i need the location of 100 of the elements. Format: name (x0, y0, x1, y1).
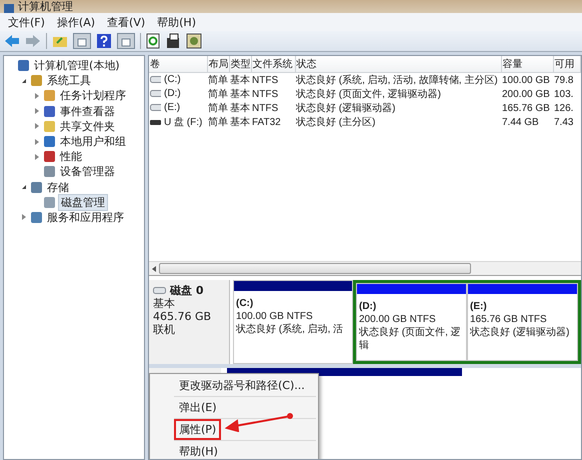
table-cell: 165.76 GB (502, 102, 550, 114)
partition-block[interactable]: (D:) 200.00 GB NTFS 状态良好 (页面文件, 逻辑 (356, 283, 467, 361)
table-cell: NTFS (252, 102, 278, 114)
partition-name: (C:) (236, 297, 254, 310)
tree-item[interactable]: 计算机管理(本地) (32, 58, 122, 74)
column-header[interactable]: 布局 (207, 56, 229, 72)
table-cell: 200.00 GB (502, 88, 550, 100)
tree-item[interactable]: 磁盘管理 (58, 194, 108, 211)
disk-status: 联机 (153, 323, 176, 336)
tree-item[interactable]: 存储 (45, 180, 71, 195)
table-cell-text: 简单 (208, 102, 228, 115)
partition-status: 状态良好 (页面文件, 逻辑 (359, 326, 462, 352)
tree-node-icon (44, 106, 55, 117)
context-menu-item[interactable]: 帮助(H) (174, 441, 223, 459)
window-title: 计算机管理 (18, 1, 73, 13)
table-cell-text: 基本 (230, 102, 250, 115)
menu-item[interactable]: 操作(A) (56, 14, 96, 30)
collapsed-arrow-icon[interactable] (35, 154, 39, 160)
table-cell: (D:) (164, 88, 181, 99)
tree-item[interactable]: 任务计划程序 (58, 88, 128, 104)
expanded-arrow-icon[interactable] (22, 185, 26, 190)
tree-item[interactable]: 设备管理器 (58, 164, 117, 180)
collapsed-arrow-icon[interactable] (22, 214, 26, 220)
partition-size: 200.00 GB NTFS (359, 313, 437, 326)
column-header[interactable]: 卷 (149, 56, 207, 72)
table-cell: NTFS (252, 74, 278, 86)
column-header[interactable]: 可用 (553, 56, 580, 72)
tree-node-icon (44, 120, 55, 132)
table-cell-text: 简单 (208, 74, 228, 87)
tree-node-icon (44, 196, 55, 208)
partition-status: 状态良好 (逻辑驱动器) (470, 326, 570, 339)
forward-arrow-icon[interactable] (25, 34, 41, 48)
tree-item[interactable]: 系统工具 (45, 73, 93, 88)
column-header[interactable]: 状态 (295, 56, 501, 72)
table-cell-text: 基本 (230, 74, 250, 87)
tree-node-icon (44, 151, 55, 162)
column-header[interactable]: 文件系统 (251, 56, 295, 72)
table-cell-text: 基本 (230, 88, 250, 101)
column-header[interactable]: 容量 (501, 56, 553, 72)
table-cell: (C:) (164, 74, 181, 85)
partition-block[interactable]: (C:) 100.00 GB NTFS 状态良好 (系统, 启动, 活 (233, 280, 353, 364)
tree-node-icon (44, 166, 55, 178)
tree-item[interactable]: 性能 (58, 149, 84, 164)
partition-size: 100.00 GB NTFS (236, 310, 314, 323)
partition-size: 165.76 GB NTFS (470, 313, 548, 326)
partition-block[interactable]: (E:) 165.76 GB NTFS 状态良好 (逻辑驱动器) (467, 283, 578, 361)
table-cell-text: 状态良好 (逻辑驱动器) (296, 102, 396, 115)
table-cell-text: 状态良好 (主分区) (296, 116, 376, 129)
menu-item[interactable]: 帮助(H) (157, 14, 196, 30)
drive-icon (153, 287, 166, 294)
tree-item[interactable]: 共享文件夹 (58, 118, 117, 134)
table-cell-text: 状态良好 (页面文件, 逻辑驱动器) (296, 88, 441, 101)
panel-icon[interactable] (73, 33, 91, 49)
collapsed-arrow-icon[interactable] (35, 92, 39, 99)
context-menu-item[interactable]: 更改驱动器号和路径(C)... (174, 375, 310, 396)
tree-item[interactable]: 服务和应用程序 (45, 210, 126, 225)
extended-partition[interactable]: (D:) 200.00 GB NTFS 状态良好 (页面文件, 逻辑 (E:) 165.76 GB NTFS 状态良好 (逻辑驱动器) (353, 280, 581, 364)
scroll-left-icon[interactable] (152, 266, 156, 272)
help-icon[interactable] (96, 33, 112, 49)
column-header[interactable]: 类型 (229, 56, 251, 72)
tree-item[interactable]: 事件查看器 (58, 104, 117, 119)
table-cell: (E:) (164, 102, 180, 113)
partition-name: (E:) (470, 300, 488, 313)
table-cell: NTFS (252, 88, 278, 100)
annotation-arrow (223, 412, 295, 432)
table-cell: 126. (554, 102, 574, 114)
horizontal-scrollbar[interactable] (149, 261, 581, 276)
collapsed-arrow-icon[interactable] (35, 138, 39, 145)
tree-node-icon (31, 182, 42, 193)
tree-node-icon (31, 212, 42, 223)
collapsed-arrow-icon[interactable] (35, 123, 39, 130)
tree-node-icon (31, 75, 42, 86)
menu-item[interactable]: 文件(F) (8, 14, 45, 30)
context-menu-item[interactable]: 弹出(E) (174, 397, 222, 418)
back-arrow-icon[interactable] (4, 34, 20, 48)
refresh-icon[interactable] (146, 33, 160, 49)
expanded-arrow-icon[interactable] (22, 78, 26, 83)
table-cell-text: 简单 (208, 88, 228, 101)
tree-node-icon (18, 60, 29, 72)
table-cell: 79.8 (554, 74, 574, 86)
collapsed-arrow-icon[interactable] (35, 108, 39, 114)
partition-name: (D:) (359, 300, 378, 313)
menu-item[interactable]: 查看(V) (107, 14, 146, 30)
partition-status: 状态良好 (系统, 启动, 活 (236, 323, 344, 336)
table-cell-text: U 盘 (F:) (164, 116, 202, 129)
table-cell-text: 简单 (208, 116, 228, 129)
table-cell: 103. (554, 88, 574, 100)
context-menu-item[interactable]: 属性(P) (174, 419, 222, 440)
table-cell: FAT32 (252, 116, 281, 128)
usb-drive-icon (150, 120, 161, 124)
disk-type: 基本 (153, 297, 176, 310)
table-cell: 100.00 GB (502, 74, 550, 86)
panel-icon[interactable] (117, 33, 135, 49)
table-cell-text: 基本 (230, 116, 250, 129)
table-cell: 7.43 (554, 116, 574, 128)
disk-name: 磁盘 0 (170, 284, 204, 297)
disk-size: 465.76 GB (153, 310, 212, 323)
tree-item[interactable]: 本地用户和组 (58, 134, 128, 150)
table-cell: 7.44 GB (502, 116, 539, 128)
table-cell-text: 状态良好 (系统, 启动, 活动, 故障转储, 主分区) (296, 74, 498, 87)
